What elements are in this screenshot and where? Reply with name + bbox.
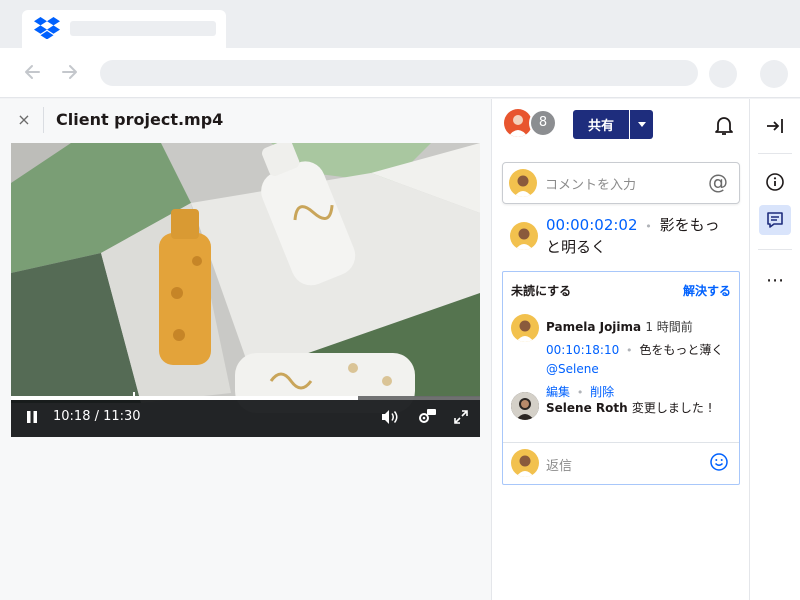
emoji-icon[interactable]: [709, 452, 729, 472]
share-button[interactable]: 共有: [573, 110, 629, 139]
browser-toolbar: [0, 48, 800, 98]
comment-thread: 未読にする 解決する Pamela Jojima 1 時間前 00:10:18:…: [502, 271, 740, 485]
video-player[interactable]: 10:18 / 11:30: [11, 143, 480, 437]
author-name: Pamela Jojima: [546, 320, 642, 334]
separator: •: [576, 386, 584, 399]
pause-icon[interactable]: [25, 410, 39, 424]
edit-button[interactable]: 編集: [546, 385, 570, 399]
hd-settings-icon[interactable]: [417, 408, 437, 426]
right-rail: ⋯: [749, 99, 800, 600]
delete-button[interactable]: 削除: [590, 385, 614, 399]
reply-text: 変更しました !: [631, 401, 713, 415]
mention-icon[interactable]: @: [708, 170, 728, 194]
volume-icon[interactable]: [379, 408, 399, 426]
reply-author: Selene Roth: [546, 401, 628, 415]
comment-item[interactable]: 00:00:02:02 • 影をもっと明るく: [546, 215, 732, 258]
chevron-down-icon: [637, 122, 646, 127]
comment-author: Pamela Jojima 1 時間前: [546, 318, 693, 335]
divider: [43, 107, 44, 133]
toolbar-extension-button[interactable]: [709, 60, 737, 88]
divider: [758, 249, 792, 250]
progress-bar[interactable]: [11, 392, 480, 400]
arrow-right-icon[interactable]: [56, 58, 84, 86]
toolbar-profile-button[interactable]: [760, 60, 788, 88]
avatar: [510, 222, 538, 250]
exit-panel-icon[interactable]: [759, 111, 791, 141]
fullscreen-icon[interactable]: [451, 408, 471, 426]
comment-actions: 編集 • 削除: [546, 383, 614, 400]
progress-fill: [11, 396, 359, 400]
avatar: [509, 169, 537, 197]
time-display: 10:18 / 11:30: [53, 409, 141, 424]
player-controls: 10:18 / 11:30: [11, 392, 480, 437]
member-count-badge[interactable]: 8: [529, 109, 557, 137]
comment-time-ago: 1 時間前: [645, 320, 693, 334]
info-icon[interactable]: [759, 167, 791, 197]
dropbox-logo-icon: [34, 17, 60, 39]
tab-title-placeholder: [70, 21, 216, 36]
avatar: [511, 314, 539, 342]
comment-timestamp[interactable]: 00:10:18:10: [546, 343, 619, 357]
divider: [758, 153, 792, 154]
avatar: [511, 449, 539, 477]
mark-unread-button[interactable]: 未読にする: [511, 282, 571, 299]
browser-tab-bar: [0, 0, 800, 48]
resolve-button[interactable]: 解決する: [683, 282, 731, 299]
browser-tab[interactable]: [22, 10, 226, 48]
file-preview-area: × Client project.mp4 10:18 / 11:30: [0, 99, 491, 600]
comments-icon[interactable]: [759, 205, 791, 235]
bell-icon[interactable]: [712, 113, 736, 137]
comment-input[interactable]: コメントを入力 @: [502, 162, 740, 204]
reply-item: Selene Roth 変更しました !: [546, 399, 712, 416]
file-title: Client project.mp4: [56, 110, 224, 129]
more-icon[interactable]: ⋯: [759, 265, 791, 295]
mention-link[interactable]: @Selene: [546, 362, 599, 376]
separator: •: [645, 220, 652, 233]
video-frame: [11, 143, 480, 437]
arrow-left-icon[interactable]: [18, 58, 46, 86]
avatar[interactable]: [504, 109, 532, 137]
comment-placeholder: コメントを入力: [545, 178, 637, 193]
divider: [503, 442, 739, 443]
comments-panel: 8 共有 コメントを入力 @ 00:00:02:02 • 影をもっと明るく 未読…: [491, 99, 749, 600]
separator: •: [626, 344, 633, 357]
comment-body: 00:10:18:10 • 色をもっと薄く: [546, 341, 723, 358]
comment-marker[interactable]: [132, 392, 135, 400]
comment-text: 色をもっと薄く: [639, 343, 724, 357]
address-bar[interactable]: [100, 60, 698, 86]
avatar: [511, 392, 539, 420]
share-dropdown-button[interactable]: [630, 110, 653, 139]
reply-input[interactable]: 返信: [546, 455, 572, 474]
comment-timestamp[interactable]: 00:00:02:02: [546, 216, 638, 234]
close-button[interactable]: ×: [14, 109, 34, 131]
